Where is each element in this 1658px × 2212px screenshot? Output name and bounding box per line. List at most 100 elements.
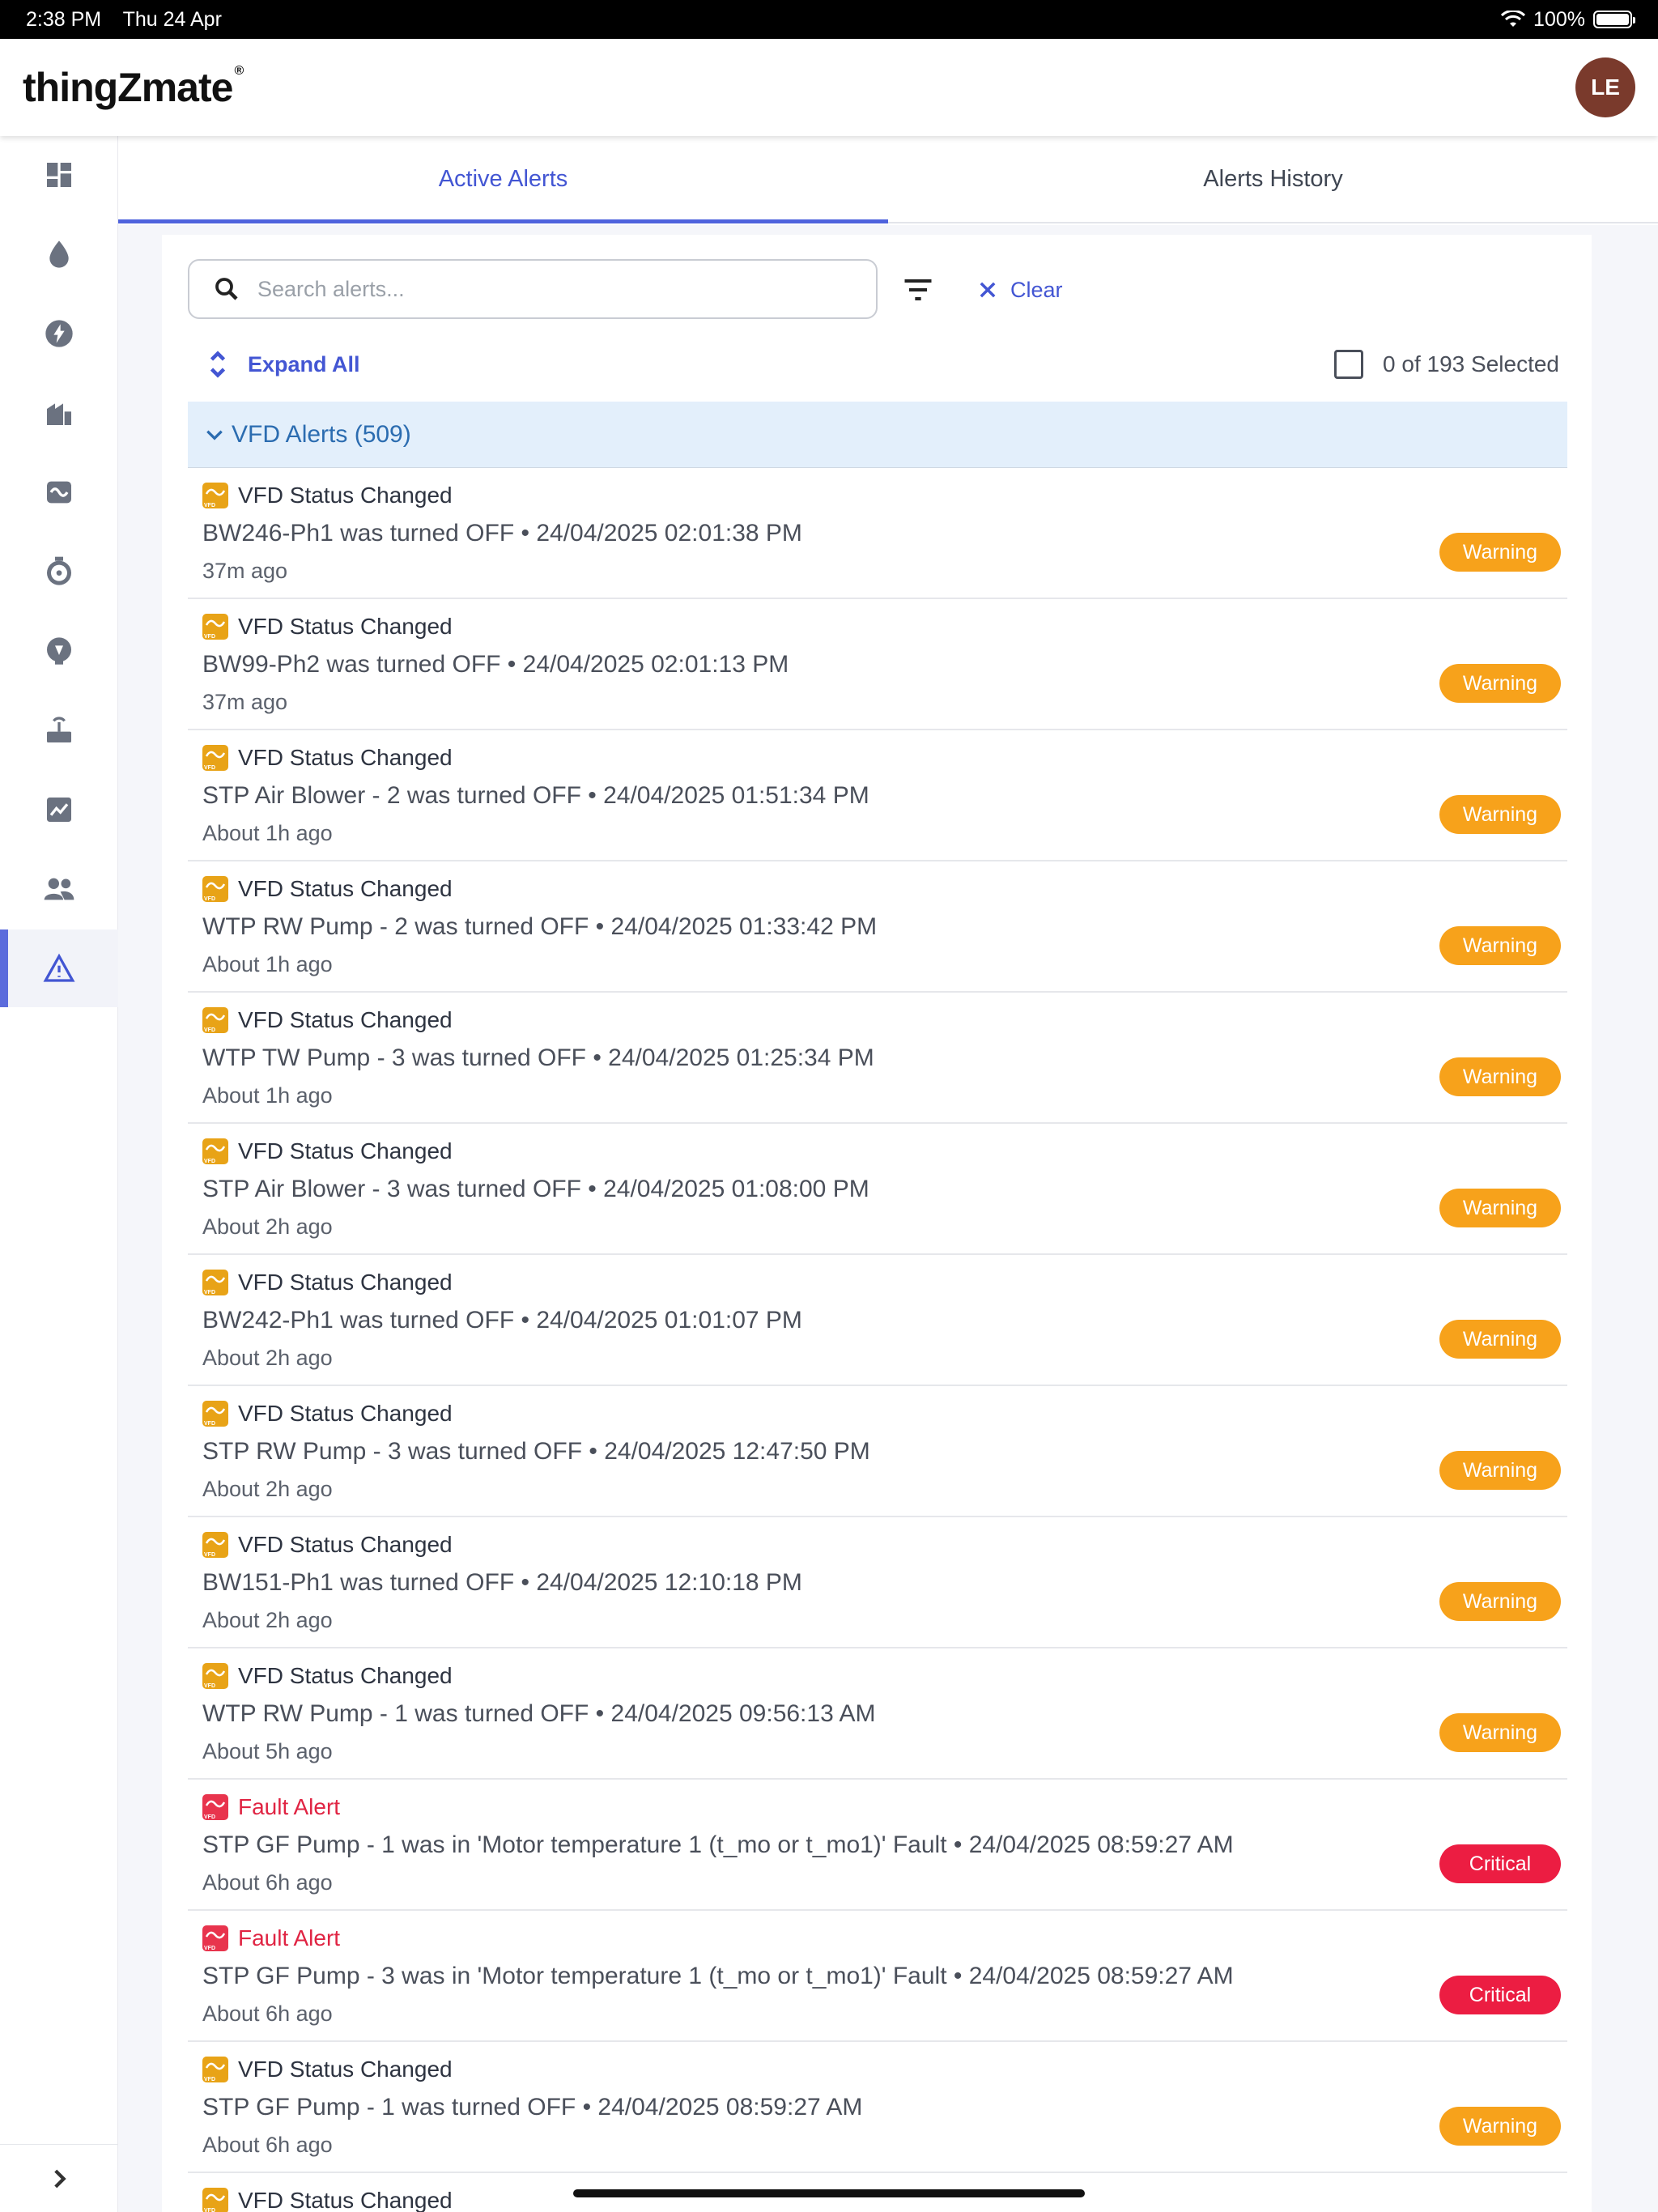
severity-badge: Warning [1439,1320,1561,1359]
alert-row[interactable]: VFD VFD Status Changed STP Air Blower - 2 … [188,730,1567,861]
alert-description: STP GF Pump - 3 was in 'Motor temperatur… [202,1963,1234,1989]
alert-description: STP RW Pump - 3 was turned OFF • 24/04/2… [202,1438,870,1465]
vfd-status-icon: VFD [202,1401,228,1427]
alert-description: WTP RW Pump - 1 was turned OFF • 24/04/2… [202,1700,876,1727]
alert-title-row: VFD VFD Status Changed [202,1138,453,1164]
alert-title-row: VFD Fault Alert [202,1794,340,1820]
severity-badge: Warning [1439,795,1561,834]
group-label: VFD Alerts (509) [232,420,411,448]
alert-title: VFD Status Changed [238,1663,453,1688]
tab-alerts-history[interactable]: Alerts History [888,136,1658,222]
alert-title: Fault Alert [238,1794,341,1819]
alert-title-row: VFD VFD Status Changed [202,1007,453,1033]
alert-row[interactable]: VFD VFD Status Changed WTP TW Pump - 3 was… [188,993,1567,1124]
wifi-icon [1501,11,1526,27]
sidebar-item-water[interactable] [0,215,118,293]
alert-description: BW242-Ph1 was turned OFF • 24/04/2025 01… [202,1307,802,1334]
alert-tabs: Active Alerts Alerts History [118,136,1658,223]
alert-title: VFD Status Changed [238,483,453,508]
analytics-icon [47,798,71,822]
sidebar-item-users[interactable] [0,850,118,928]
alert-time-ago: About 6h ago [202,1870,333,1895]
select-all-checkbox[interactable] [1334,350,1364,379]
alert-title-row: VFD VFD Status Changed [202,876,453,902]
alert-description: BW151-Ph1 was turned OFF • 24/04/2025 12… [202,1569,802,1596]
vfd-status-icon: VFD [202,876,228,902]
alert-row[interactable]: VFD VFD Status Changed STP GF Pump - 1 was… [188,2042,1567,2173]
alert-row[interactable]: VFD Fault Alert STP GF Pump - 3 was in 'Mo… [188,1911,1567,2042]
alert-time-ago: 37m ago [202,690,288,714]
sidebar-item-analytics[interactable] [0,771,118,849]
alert-title-row: VFD VFD Status Changed [202,2057,453,2082]
alert-time-ago: About 1h ago [202,1083,333,1108]
alert-title: VFD Status Changed [238,1138,453,1163]
alert-title: VFD Status Changed [238,876,453,901]
router-icon [47,717,71,742]
sidebar-item-vfd[interactable] [0,453,118,531]
alert-title: VFD Status Changed [238,2057,453,2082]
severity-badge: Warning [1439,2107,1561,2146]
filter-icon[interactable] [900,272,936,308]
selected-count: 0 of 193 Selected [1383,351,1559,376]
search-box [188,259,878,319]
sidebar-item-meter[interactable] [0,533,118,610]
clear-button[interactable]: Clear [976,272,1063,308]
alert-row[interactable]: VFD VFD Status Changed BW242-Ph1 was turne… [188,1255,1567,1386]
alert-title-row: VFD Fault Alert [202,1925,340,1951]
alert-title: VFD Status Changed [238,1007,453,1032]
severity-badge: Warning [1439,1451,1561,1490]
logo-mark: ® [234,64,244,78]
alert-time-ago: About 2h ago [202,1477,333,1501]
search-input[interactable] [257,276,840,302]
severity-badge: Warning [1439,926,1561,965]
alert-row[interactable]: VFD VFD Status Changed WTP RW Pump - 1 was… [188,1648,1567,1780]
battery-icon [1593,11,1635,28]
app-logo[interactable]: thingZmate ® [23,64,244,111]
energy-bolt-icon [45,320,73,347]
alert-row[interactable]: VFD VFD Status Changed STP RW Pump - 3 was… [188,1386,1567,1517]
logo-text: thingZmate [23,65,233,110]
alert-time-ago: About 2h ago [202,1214,333,1239]
alert-title: VFD Status Changed [238,1401,453,1426]
alert-title: Fault Alert [238,1925,341,1950]
vfd-fault-icon: VFD [202,1794,228,1820]
vfd-fault-icon: VFD [202,1925,228,1951]
alert-description: STP Air Blower - 2 was turned OFF • 24/0… [202,782,869,809]
vfd-status-icon: VFD [202,483,228,508]
alert-row[interactable]: VFD Fault Alert STP GF Pump - 1 was in 'Mo… [188,1780,1567,1911]
alert-title: VFD Status Changed [238,1270,453,1295]
sidebar-item-alerts[interactable] [0,929,118,1007]
alert-row[interactable]: VFD VFD Status Changed WTP RW Pump - 2 was… [188,861,1567,993]
vfd-status-icon: VFD [202,1532,228,1558]
alert-title: VFD Status Changed [238,614,453,639]
unfold-icon [210,351,226,378]
sidebar-item-factory[interactable] [0,374,118,452]
alert-row[interactable]: VFD VFD Status Changed STP Air Blower - 3 … [188,1124,1567,1255]
alert-row[interactable]: VFD VFD Status Changed BW246-Ph1 was turne… [188,468,1567,599]
water-drop-icon [49,240,69,268]
alert-description: WTP RW Pump - 2 was turned OFF • 24/04/2… [202,913,878,940]
sidebar-expand-button[interactable] [0,2144,118,2212]
group-header-vfd[interactable]: VFD Alerts (509) [188,402,1567,468]
user-avatar[interactable]: LE [1575,57,1635,117]
severity-badge: Warning [1439,1057,1561,1096]
sidebar-item-energy[interactable] [0,295,118,372]
alert-time-ago: About 6h ago [202,2133,333,2157]
alert-title-row: VFD VFD Status Changed [202,1401,453,1427]
sidebar-item-dashboard[interactable] [0,136,118,214]
factory-icon [47,403,71,425]
severity-badge: Warning [1439,1582,1561,1621]
home-indicator [573,2189,1085,2197]
severity-badge: Warning [1439,533,1561,572]
sidebar-item-tank[interactable] [0,612,118,690]
tab-active-alerts[interactable]: Active Alerts [118,136,888,223]
select-all: 0 of 193 Selected [1334,350,1559,379]
sidebar-item-gateway[interactable] [0,691,118,769]
users-icon [44,878,74,900]
alert-row[interactable]: VFD VFD Status Changed BW151-Ph1 was turne… [188,1517,1567,1648]
alert-description: BW246-Ph1 was turned OFF • 24/04/2025 02… [202,520,802,547]
alert-title-row: VFD VFD Status Changed [202,483,453,508]
alert-row[interactable]: VFD VFD Status Changed BW99-Ph2 was turned… [188,599,1567,730]
expand-all-button[interactable]: Expand All [206,350,360,379]
alert-description: STP GF Pump - 1 was turned OFF • 24/04/2… [202,2094,863,2121]
